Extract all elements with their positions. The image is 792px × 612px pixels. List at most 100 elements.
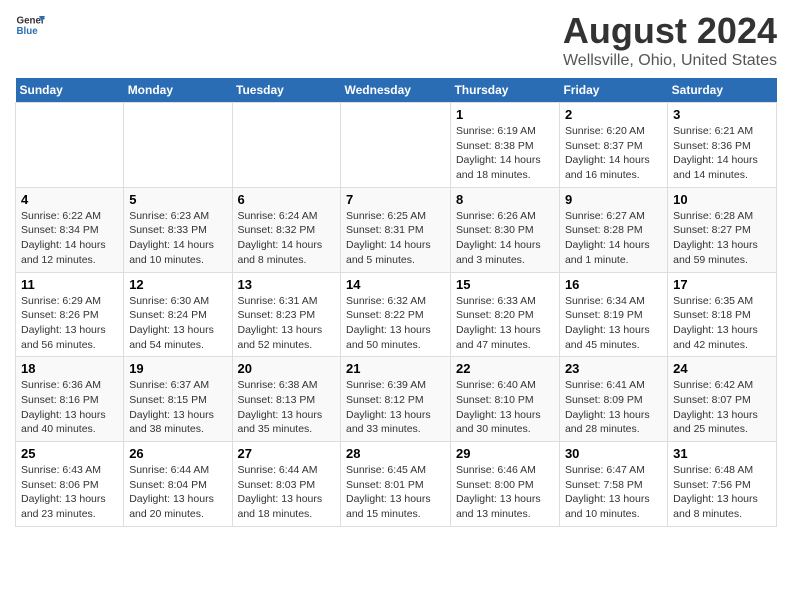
day-info: Sunrise: 6:26 AM Sunset: 8:30 PM Dayligh… bbox=[456, 209, 554, 268]
calendar-week-row: 25 Sunrise: 6:43 AM Sunset: 8:06 PM Dayli… bbox=[16, 442, 777, 527]
day-number: 10 bbox=[673, 192, 771, 207]
calendar-cell: 6 Sunrise: 6:24 AM Sunset: 8:32 PM Daylig… bbox=[232, 187, 341, 272]
day-number: 24 bbox=[673, 361, 771, 376]
logo-icon: General Blue bbox=[15, 10, 45, 40]
page-subtitle: Wellsville, Ohio, United States bbox=[563, 52, 777, 70]
calendar-cell: 27 Sunrise: 6:44 AM Sunset: 8:03 PM Dayli… bbox=[232, 442, 341, 527]
day-info: Sunrise: 6:44 AM Sunset: 8:03 PM Dayligh… bbox=[238, 463, 336, 522]
day-info: Sunrise: 6:32 AM Sunset: 8:22 PM Dayligh… bbox=[346, 294, 445, 353]
title-block: August 2024 Wellsville, Ohio, United Sta… bbox=[563, 10, 777, 70]
calendar-cell: 16 Sunrise: 6:34 AM Sunset: 8:19 PM Dayli… bbox=[559, 272, 667, 357]
day-number: 19 bbox=[129, 361, 226, 376]
day-info: Sunrise: 6:20 AM Sunset: 8:37 PM Dayligh… bbox=[565, 124, 662, 183]
day-info: Sunrise: 6:37 AM Sunset: 8:15 PM Dayligh… bbox=[129, 378, 226, 437]
day-number: 21 bbox=[346, 361, 445, 376]
day-number: 4 bbox=[21, 192, 118, 207]
day-number: 18 bbox=[21, 361, 118, 376]
day-number: 17 bbox=[673, 277, 771, 292]
calendar-cell: 2 Sunrise: 6:20 AM Sunset: 8:37 PM Daylig… bbox=[559, 103, 667, 188]
calendar-cell: 31Sunrise: 6:48 AM Sunset: 7:56 PM Dayli… bbox=[668, 442, 777, 527]
day-info: Sunrise: 6:47 AM Sunset: 7:58 PM Dayligh… bbox=[565, 463, 662, 522]
calendar-cell bbox=[16, 103, 124, 188]
calendar-week-row: 11Sunrise: 6:29 AM Sunset: 8:26 PM Dayli… bbox=[16, 272, 777, 357]
day-info: Sunrise: 6:38 AM Sunset: 8:13 PM Dayligh… bbox=[238, 378, 336, 437]
day-header-wednesday: Wednesday bbox=[341, 78, 451, 103]
calendar-cell: 23 Sunrise: 6:41 AM Sunset: 8:09 PM Dayli… bbox=[559, 357, 667, 442]
calendar-cell: 24 Sunrise: 6:42 AM Sunset: 8:07 PM Dayli… bbox=[668, 357, 777, 442]
day-number: 16 bbox=[565, 277, 662, 292]
day-info: Sunrise: 6:36 AM Sunset: 8:16 PM Dayligh… bbox=[21, 378, 118, 437]
day-info: Sunrise: 6:27 AM Sunset: 8:28 PM Dayligh… bbox=[565, 209, 662, 268]
day-info: Sunrise: 6:41 AM Sunset: 8:09 PM Dayligh… bbox=[565, 378, 662, 437]
day-number: 9 bbox=[565, 192, 662, 207]
day-number: 12 bbox=[129, 277, 226, 292]
day-number: 31 bbox=[673, 446, 771, 461]
calendar-cell bbox=[341, 103, 451, 188]
day-number: 2 bbox=[565, 107, 662, 122]
day-number: 30 bbox=[565, 446, 662, 461]
day-info: Sunrise: 6:28 AM Sunset: 8:27 PM Dayligh… bbox=[673, 209, 771, 268]
day-info: Sunrise: 6:19 AM Sunset: 8:38 PM Dayligh… bbox=[456, 124, 554, 183]
day-number: 27 bbox=[238, 446, 336, 461]
day-header-friday: Friday bbox=[559, 78, 667, 103]
calendar-cell: 1 Sunrise: 6:19 AM Sunset: 8:38 PM Daylig… bbox=[450, 103, 559, 188]
day-number: 8 bbox=[456, 192, 554, 207]
day-info: Sunrise: 6:40 AM Sunset: 8:10 PM Dayligh… bbox=[456, 378, 554, 437]
day-number: 28 bbox=[346, 446, 445, 461]
day-number: 7 bbox=[346, 192, 445, 207]
calendar-cell: 20Sunrise: 6:38 AM Sunset: 8:13 PM Dayli… bbox=[232, 357, 341, 442]
day-number: 26 bbox=[129, 446, 226, 461]
page-container: General Blue August 2024 Wellsville, Ohi… bbox=[0, 0, 792, 537]
day-info: Sunrise: 6:21 AM Sunset: 8:36 PM Dayligh… bbox=[673, 124, 771, 183]
calendar-week-row: 4 Sunrise: 6:22 AM Sunset: 8:34 PM Daylig… bbox=[16, 187, 777, 272]
day-info: Sunrise: 6:23 AM Sunset: 8:33 PM Dayligh… bbox=[129, 209, 226, 268]
day-info: Sunrise: 6:42 AM Sunset: 8:07 PM Dayligh… bbox=[673, 378, 771, 437]
calendar-cell: 11Sunrise: 6:29 AM Sunset: 8:26 PM Dayli… bbox=[16, 272, 124, 357]
calendar-cell: 30 Sunrise: 6:47 AM Sunset: 7:58 PM Dayli… bbox=[559, 442, 667, 527]
calendar-cell: 26Sunrise: 6:44 AM Sunset: 8:04 PM Dayli… bbox=[124, 442, 232, 527]
calendar-cell: 14 Sunrise: 6:32 AM Sunset: 8:22 PM Dayli… bbox=[341, 272, 451, 357]
calendar-cell: 3 Sunrise: 6:21 AM Sunset: 8:36 PM Daylig… bbox=[668, 103, 777, 188]
calendar-cell: 21 Sunrise: 6:39 AM Sunset: 8:12 PM Dayli… bbox=[341, 357, 451, 442]
day-number: 25 bbox=[21, 446, 118, 461]
calendar-cell: 13 Sunrise: 6:31 AM Sunset: 8:23 PM Dayli… bbox=[232, 272, 341, 357]
day-info: Sunrise: 6:45 AM Sunset: 8:01 PM Dayligh… bbox=[346, 463, 445, 522]
day-header-monday: Monday bbox=[124, 78, 232, 103]
day-number: 1 bbox=[456, 107, 554, 122]
header: General Blue August 2024 Wellsville, Ohi… bbox=[15, 10, 777, 70]
calendar-cell: 9 Sunrise: 6:27 AM Sunset: 8:28 PM Daylig… bbox=[559, 187, 667, 272]
logo: General Blue bbox=[15, 10, 45, 40]
calendar-cell: 17 Sunrise: 6:35 AM Sunset: 8:18 PM Dayli… bbox=[668, 272, 777, 357]
svg-text:Blue: Blue bbox=[17, 26, 39, 37]
day-info: Sunrise: 6:30 AM Sunset: 8:24 PM Dayligh… bbox=[129, 294, 226, 353]
day-info: Sunrise: 6:24 AM Sunset: 8:32 PM Dayligh… bbox=[238, 209, 336, 268]
day-info: Sunrise: 6:34 AM Sunset: 8:19 PM Dayligh… bbox=[565, 294, 662, 353]
day-info: Sunrise: 6:35 AM Sunset: 8:18 PM Dayligh… bbox=[673, 294, 771, 353]
day-number: 5 bbox=[129, 192, 226, 207]
calendar-cell: 10 Sunrise: 6:28 AM Sunset: 8:27 PM Dayli… bbox=[668, 187, 777, 272]
day-info: Sunrise: 6:43 AM Sunset: 8:06 PM Dayligh… bbox=[21, 463, 118, 522]
day-number: 6 bbox=[238, 192, 336, 207]
day-header-sunday: Sunday bbox=[16, 78, 124, 103]
day-number: 23 bbox=[565, 361, 662, 376]
calendar-cell bbox=[232, 103, 341, 188]
calendar-cell: 4 Sunrise: 6:22 AM Sunset: 8:34 PM Daylig… bbox=[16, 187, 124, 272]
calendar-week-row: 1 Sunrise: 6:19 AM Sunset: 8:38 PM Daylig… bbox=[16, 103, 777, 188]
day-header-tuesday: Tuesday bbox=[232, 78, 341, 103]
day-number: 3 bbox=[673, 107, 771, 122]
calendar-cell: 15Sunrise: 6:33 AM Sunset: 8:20 PM Dayli… bbox=[450, 272, 559, 357]
day-info: Sunrise: 6:29 AM Sunset: 8:26 PM Dayligh… bbox=[21, 294, 118, 353]
calendar-cell: 18 Sunrise: 6:36 AM Sunset: 8:16 PM Dayli… bbox=[16, 357, 124, 442]
calendar-week-row: 18 Sunrise: 6:36 AM Sunset: 8:16 PM Dayli… bbox=[16, 357, 777, 442]
day-number: 14 bbox=[346, 277, 445, 292]
day-info: Sunrise: 6:46 AM Sunset: 8:00 PM Dayligh… bbox=[456, 463, 554, 522]
calendar-cell: 7 Sunrise: 6:25 AM Sunset: 8:31 PM Daylig… bbox=[341, 187, 451, 272]
day-info: Sunrise: 6:39 AM Sunset: 8:12 PM Dayligh… bbox=[346, 378, 445, 437]
day-info: Sunrise: 6:31 AM Sunset: 8:23 PM Dayligh… bbox=[238, 294, 336, 353]
day-info: Sunrise: 6:22 AM Sunset: 8:34 PM Dayligh… bbox=[21, 209, 118, 268]
day-number: 13 bbox=[238, 277, 336, 292]
day-number: 22 bbox=[456, 361, 554, 376]
day-info: Sunrise: 6:25 AM Sunset: 8:31 PM Dayligh… bbox=[346, 209, 445, 268]
calendar-cell bbox=[124, 103, 232, 188]
calendar-header-row: SundayMondayTuesdayWednesdayThursdayFrid… bbox=[16, 78, 777, 103]
